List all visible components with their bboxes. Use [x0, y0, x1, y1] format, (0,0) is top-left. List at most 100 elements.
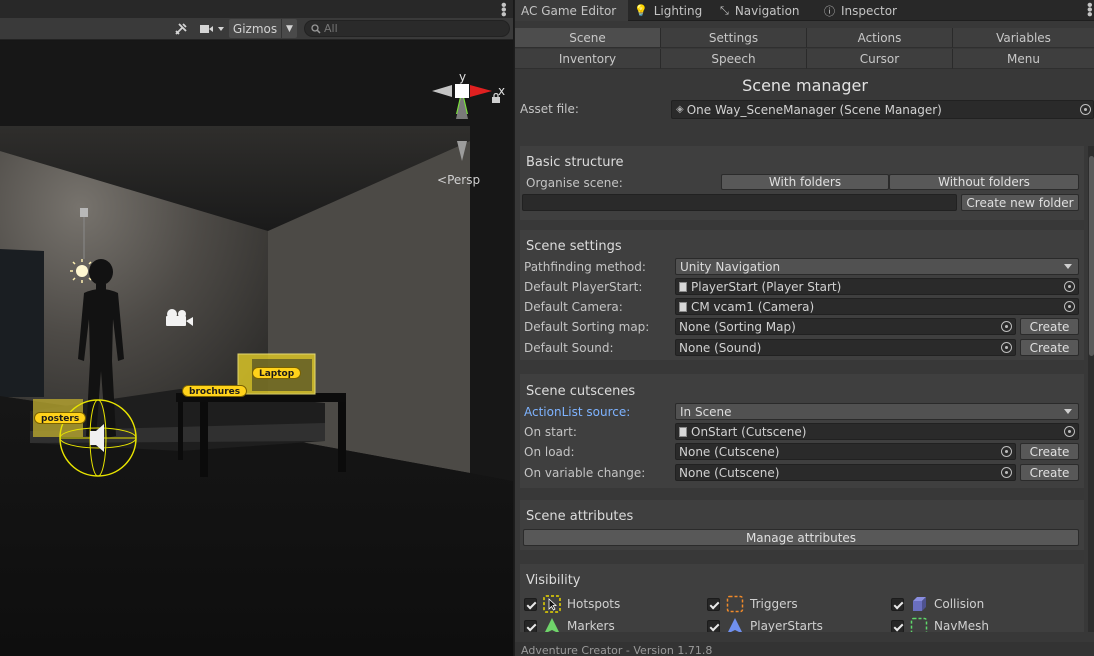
scene-manager-scroll-area[interactable]: Basic structure Organise scene: With fol…	[515, 146, 1088, 632]
visibility-playerstarts[interactable]: PlayerStarts	[707, 617, 823, 632]
create-new-folder-button[interactable]: Create new folder	[961, 194, 1079, 211]
category-inventory[interactable]: Inventory	[515, 49, 661, 69]
object-picker-icon[interactable]	[1001, 342, 1012, 353]
editor-more-icon[interactable]: •••	[1082, 1, 1094, 15]
on-load-label: On load:	[524, 445, 575, 459]
version-footer: Adventure Creator - Version 1.71.8	[515, 642, 1094, 656]
asset-file-field[interactable]: ◈ One Way_SceneManager (Scene Manager)	[671, 100, 1094, 119]
tab-lighting[interactable]: 💡 Lighting	[628, 0, 720, 21]
with-folders-button[interactable]: With folders	[721, 174, 889, 190]
navigation-icon: ⤡	[720, 3, 729, 17]
scene-toolbar: Gizmos ▼	[0, 18, 513, 40]
trigger-icon	[726, 595, 744, 613]
actionlist-source-label[interactable]: ActionList source:	[524, 405, 630, 419]
marker-icon	[543, 617, 561, 632]
markers-checkbox[interactable]	[524, 619, 537, 632]
object-picker-icon[interactable]	[1064, 301, 1075, 312]
create-sorting-map-button[interactable]: Create	[1020, 318, 1079, 335]
scene-cutscenes-box: Scene cutscenes ActionList source: In Sc…	[520, 374, 1084, 488]
posters-hotspot-label[interactable]: posters	[34, 412, 87, 424]
playerstarts-checkbox[interactable]	[707, 619, 720, 632]
navmesh-checkbox[interactable]	[891, 619, 904, 632]
object-picker-icon[interactable]	[1064, 281, 1075, 292]
triggers-checkbox[interactable]	[707, 597, 720, 611]
persp-icon: <	[437, 173, 448, 187]
tab-inspector[interactable]: ⓘ Inspector	[818, 0, 908, 21]
without-folders-button[interactable]: Without folders	[889, 174, 1079, 190]
scene-tab-strip: •••	[0, 0, 513, 18]
visibility-navmesh[interactable]: NavMesh	[891, 617, 989, 632]
scene-search-input[interactable]	[324, 22, 494, 35]
vertical-scrollbar[interactable]	[1088, 146, 1094, 632]
tab-navigation[interactable]: ⤡ Navigation	[714, 0, 814, 21]
object-picker-icon[interactable]	[1064, 426, 1075, 437]
scene-camera-icon[interactable]	[196, 19, 228, 38]
create-on-load-button[interactable]: Create	[1020, 443, 1079, 460]
object-picker-icon[interactable]	[1080, 104, 1091, 115]
scene-view[interactable]: ••• Gizmos ▼ All y x Laptop brochures po…	[0, 0, 513, 656]
pathfinding-method-dropdown[interactable]: Unity Navigation	[675, 258, 1079, 275]
on-variable-change-label: On variable change:	[524, 466, 646, 480]
scene-search-field[interactable]	[304, 20, 510, 37]
object-picker-icon[interactable]	[1001, 467, 1012, 478]
asset-file-label: Asset file:	[520, 102, 579, 116]
object-picker-icon[interactable]	[1001, 446, 1012, 457]
on-load-field[interactable]: None (Cutscene)	[675, 443, 1016, 460]
folder-name-input[interactable]	[522, 194, 957, 211]
create-sound-button[interactable]: Create	[1020, 339, 1079, 356]
default-sound-field[interactable]: None (Sound)	[675, 339, 1016, 356]
lock-icon[interactable]	[491, 93, 501, 103]
brochures-hotspot-label[interactable]: brochures	[182, 385, 248, 397]
scene-viewport[interactable]: y x Laptop brochures posters <Persp	[0, 41, 513, 656]
asset-file-row: Asset file: ◈ One Way_SceneManager (Scen…	[520, 100, 1094, 119]
gizmos-dropdown-icon[interactable]: ▼	[281, 19, 297, 38]
category-speech[interactable]: Speech	[661, 49, 807, 69]
scene-settings-title: Scene settings	[526, 239, 622, 254]
gameobject-icon	[679, 281, 687, 292]
hotspots-checkbox[interactable]	[524, 597, 537, 611]
category-cursor[interactable]: Cursor	[807, 49, 953, 69]
manage-attributes-button[interactable]: Manage attributes	[523, 529, 1079, 546]
scene-attributes-title: Scene attributes	[526, 509, 634, 524]
actionlist-source-dropdown[interactable]: In Scene	[675, 403, 1079, 420]
scene-cutscenes-title: Scene cutscenes	[526, 384, 636, 399]
playerstart-icon	[726, 617, 744, 632]
editor-tab-bar: AC Game Editor 💡 Lighting ⤡ Navigation ⓘ In…	[515, 0, 1094, 21]
collision-icon	[910, 595, 928, 613]
on-start-field[interactable]: OnStart (Cutscene)	[675, 423, 1079, 440]
info-icon: ⓘ	[824, 4, 835, 18]
dropdown-arrow-icon	[1064, 409, 1072, 414]
default-playerstart-field[interactable]: PlayerStart (Player Start)	[675, 278, 1079, 295]
category-variables[interactable]: Variables	[953, 28, 1094, 48]
basic-structure-box: Basic structure Organise scene: With fol…	[520, 146, 1084, 220]
gizmos-button[interactable]: Gizmos	[229, 19, 281, 38]
visibility-collision[interactable]: Collision	[891, 595, 984, 613]
collision-checkbox[interactable]	[891, 597, 904, 611]
default-camera-label: Default Camera:	[524, 300, 623, 314]
default-playerstart-label: Default PlayerStart:	[524, 280, 643, 294]
category-settings[interactable]: Settings	[661, 28, 807, 48]
persp-label[interactable]: <Persp	[437, 173, 480, 187]
visibility-markers[interactable]: Markers	[524, 617, 615, 632]
category-menu[interactable]: Menu	[953, 49, 1094, 69]
visibility-hotspots[interactable]: Hotspots	[524, 595, 620, 613]
visibility-triggers[interactable]: Triggers	[707, 595, 798, 613]
gameobject-icon	[679, 426, 687, 437]
tab-ac-game-editor[interactable]: AC Game Editor	[515, 0, 628, 21]
default-sorting-map-field[interactable]: None (Sorting Map)	[675, 318, 1016, 335]
gameobject-icon	[679, 301, 687, 312]
category-scene[interactable]: Scene	[515, 28, 661, 48]
hotspot-icon	[543, 595, 561, 613]
scene-more-icon[interactable]: •••	[496, 1, 510, 15]
scrollbar-thumb[interactable]	[1089, 156, 1094, 356]
visibility-box: Visibility Hotspots Triggers Collision M…	[520, 564, 1084, 632]
object-picker-icon[interactable]	[1001, 321, 1012, 332]
pathfinding-method-label: Pathfinding method:	[524, 260, 646, 274]
on-variable-change-field[interactable]: None (Cutscene)	[675, 464, 1016, 481]
category-actions[interactable]: Actions	[807, 28, 953, 48]
category-grid: Scene Settings Actions Variables Invento…	[515, 28, 1094, 70]
create-on-variable-change-button[interactable]: Create	[1020, 464, 1079, 481]
laptop-hotspot-label[interactable]: Laptop	[252, 367, 302, 379]
tools-icon[interactable]	[170, 19, 192, 38]
default-camera-field[interactable]: CM vcam1 (Camera)	[675, 298, 1079, 315]
